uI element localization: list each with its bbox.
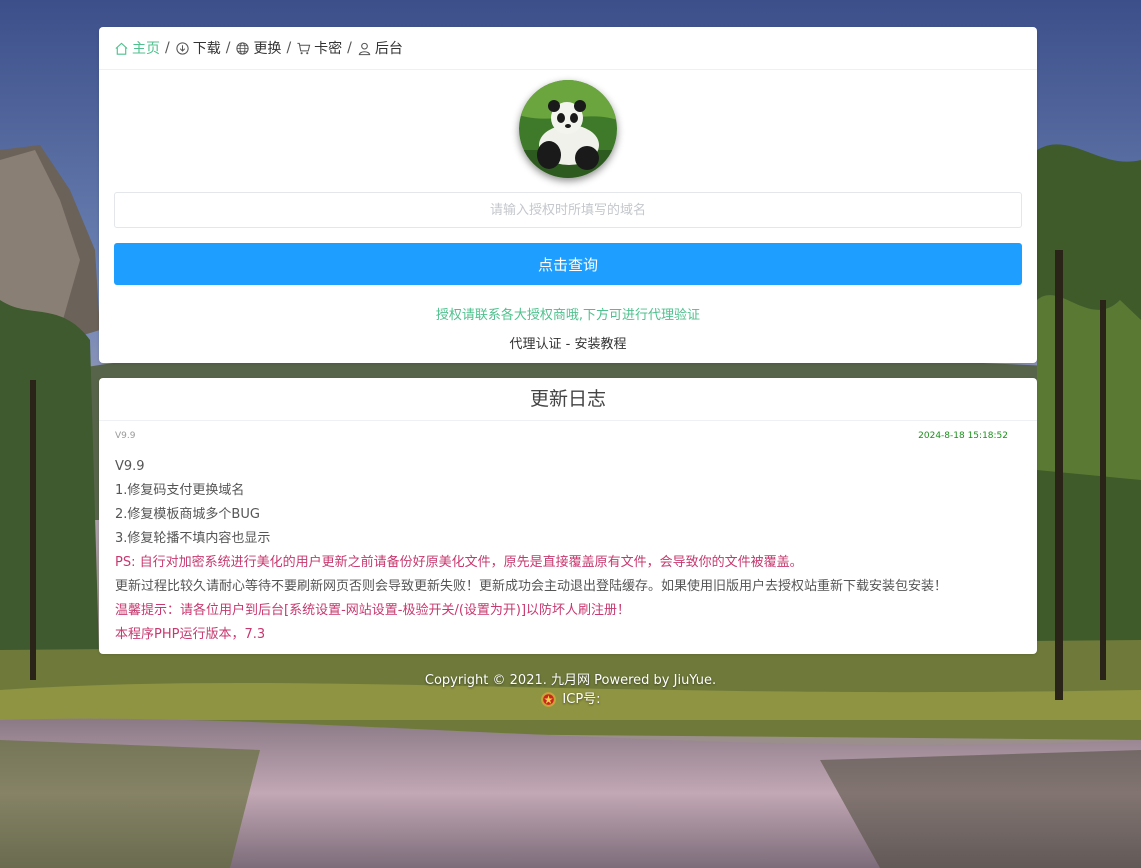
install-tutorial-link[interactable]: 安装教程 <box>574 337 626 352</box>
nav-label: 卡密 <box>314 41 343 57</box>
changelog-meta: V9.9 2024-8-18 15:18:52 <box>99 421 1037 445</box>
nav-separator: / <box>165 40 170 56</box>
police-badge-icon <box>541 692 557 707</box>
bottom-links: 代理认证 - 安装教程 <box>99 333 1037 352</box>
nav-separator: / <box>347 40 352 56</box>
changelog-line: 3.修复轮播不填内容也显示 <box>115 531 271 546</box>
query-button[interactable]: 点击查询 <box>114 243 1022 285</box>
changelog-warning: PS: 自行对加密系统进行美化的用户更新之前请备份好原美化文件，原先是直接覆盖原… <box>115 555 803 570</box>
changelog-card: 更新日志 V9.9 2024-8-18 15:18:52 V9.9 1.修复码支… <box>99 378 1037 654</box>
icp-line: ICP号: <box>540 690 601 709</box>
nav-switch[interactable]: 更换 <box>235 38 281 58</box>
changelog-php-version: 本程序PHP运行版本，7.3 <box>115 627 266 642</box>
nav-separator: / <box>225 40 231 56</box>
version-tag: V9.9 <box>115 431 136 441</box>
changelog-line: 2.修复模板商城多个BUG <box>115 507 260 522</box>
footer: Copyright © 2021. 九月网 Powered by JiuYue.… <box>0 671 1141 714</box>
authorization-notice: 授权请联系各大授权商哦,下方可进行代理验证 <box>435 308 701 323</box>
changelog-line: 1.修复码支付更换域名 <box>115 483 245 498</box>
nav-download[interactable]: 下载 <box>175 38 221 58</box>
nav-card-key[interactable]: 卡密 <box>296 38 342 58</box>
icp-text: ICP号: <box>562 692 601 707</box>
download-icon <box>176 41 189 55</box>
changelog-line: 更新过程比较久请耐心等待不要刷新网页否则会导致更新失败！更新成功会主动退出登陆缓… <box>115 579 948 594</box>
home-icon <box>115 42 128 55</box>
agent-verify-link[interactable]: 代理认证 <box>510 337 562 352</box>
changelog-tip: 温馨提示：请各位用户到后台[系统设置-网站设置-极验开关/(设置为开)]以防坏人… <box>115 603 631 618</box>
query-card: 主页 / 下载 / 更换 / 卡密 / 后台 请输入授权时所填写的域名 点击查询… <box>99 27 1037 363</box>
breadcrumb-nav: 主页 / 下载 / 更换 / 卡密 / 后台 <box>99 27 1037 70</box>
nav-label: 主页 <box>132 41 160 57</box>
globe-icon <box>236 41 250 55</box>
changelog-line: V9.9 <box>115 459 145 474</box>
link-separator: - <box>561 337 575 352</box>
changelog-title: 更新日志 <box>99 378 1037 421</box>
cart-icon <box>297 42 311 54</box>
domain-input[interactable] <box>114 192 1022 228</box>
avatar <box>519 80 617 178</box>
nav-label: 更换 <box>253 41 282 57</box>
nav-separator: / <box>286 40 292 56</box>
copyright-text: Copyright © 2021. 九月网 Powered by JiuYue. <box>424 673 717 688</box>
update-date: 2024-8-18 15:18:52 <box>918 431 1008 441</box>
nav-label: 下载 <box>192 41 221 57</box>
panda-avatar-image <box>519 80 617 178</box>
nav-label: 后台 <box>374 41 403 57</box>
nav-home[interactable]: 主页 <box>114 38 160 58</box>
nav-admin[interactable]: 后台 <box>357 38 403 58</box>
user-icon <box>358 42 371 55</box>
changelog-body: V9.9 1.修复码支付更换域名 2.修复模板商城多个BUG 3.修复轮播不填内… <box>99 445 1037 647</box>
